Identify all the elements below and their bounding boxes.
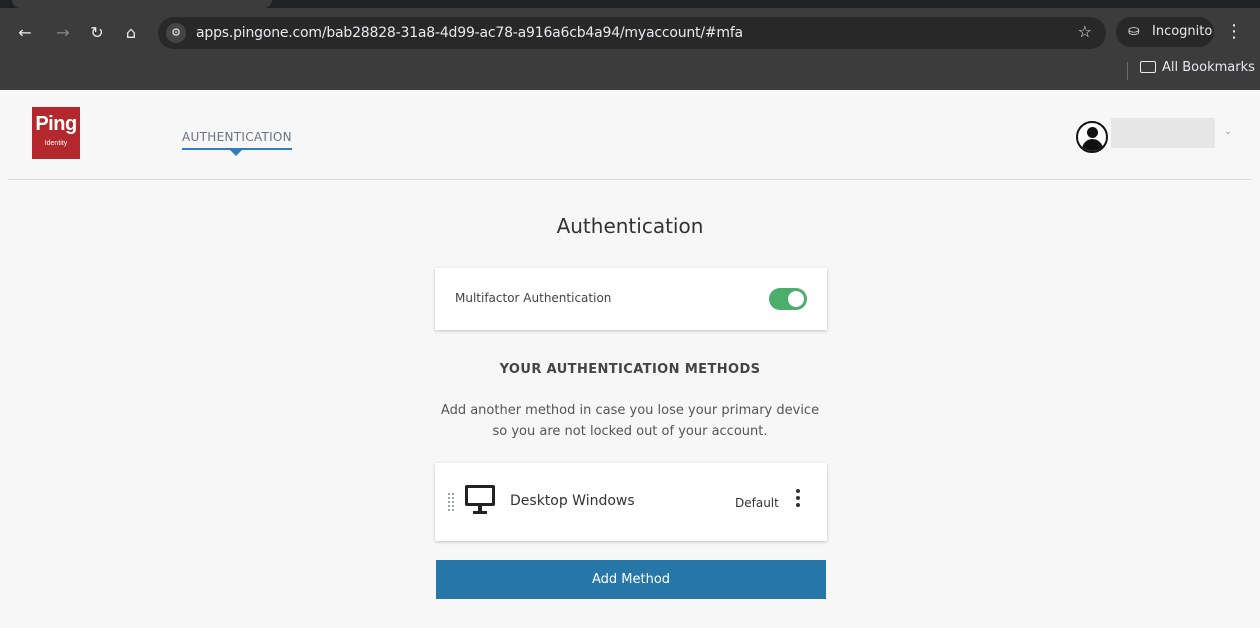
tab-strip <box>0 0 1260 8</box>
bookmark-star-icon[interactable]: ☆ <box>1078 22 1092 41</box>
logo-subtext: Identity <box>44 140 68 147</box>
drag-handle-icon[interactable] <box>448 493 456 511</box>
tab-authentication[interactable]: AUTHENTICATION <box>182 130 292 150</box>
chevron-down-icon[interactable]: ⌄ <box>1224 126 1232 137</box>
app-header: Ping Identity AUTHENTICATION ⌄ <box>8 90 1252 180</box>
incognito-label: Incognito <box>1152 24 1213 39</box>
reload-icon[interactable]: ↻ <box>86 22 108 44</box>
incognito-icon: ⛀ <box>1128 23 1140 39</box>
toggle-knob <box>788 291 804 307</box>
ping-identity-logo[interactable]: Ping Identity <box>32 107 80 159</box>
methods-heading: YOUR AUTHENTICATION METHODS <box>499 362 761 377</box>
helper-text: Add another method in case you lose your… <box>400 400 860 442</box>
user-name-redacted[interactable] <box>1111 118 1215 148</box>
method-default-badge: Default <box>735 496 779 510</box>
page-title: Authentication <box>556 214 704 238</box>
back-arrow-icon[interactable]: ← <box>14 22 36 44</box>
folder-icon <box>1140 60 1156 73</box>
mfa-label: Multifactor Authentication <box>455 291 612 305</box>
helper-line-2: so you are not locked out of your accoun… <box>492 424 768 439</box>
method-name: Desktop Windows <box>510 493 635 509</box>
page-content: Ping Identity AUTHENTICATION ⌄ Authentic… <box>0 90 1260 628</box>
browser-chrome: ← → ↻ ⌂ ⚙ apps.pingone.com/bab28828-31a8… <box>0 0 1260 90</box>
kebab-menu-icon[interactable]: ⋮ <box>1224 20 1244 44</box>
method-options-kebab-icon[interactable] <box>791 489 805 511</box>
address-bar[interactable]: ⚙ apps.pingone.com/bab28828-31a8-4d99-ac… <box>158 17 1106 49</box>
forward-arrow-icon[interactable]: → <box>52 22 74 44</box>
home-icon[interactable]: ⌂ <box>120 22 142 44</box>
active-tab-caret-icon <box>230 150 242 156</box>
incognito-badge[interactable]: ⛀ Incognito <box>1116 17 1214 47</box>
helper-line-1: Add another method in case you lose your… <box>440 403 820 418</box>
desktop-monitor-icon <box>463 485 499 515</box>
all-bookmarks-button[interactable]: All Bookmarks <box>1140 60 1255 82</box>
url-text[interactable]: apps.pingone.com/bab28828-31a8-4d99-ac78… <box>196 25 743 41</box>
add-method-button[interactable]: Add Method <box>436 560 826 599</box>
all-bookmarks-label: All Bookmarks <box>1162 60 1255 75</box>
bookmarks-bar: All Bookmarks <box>0 56 1260 90</box>
method-card[interactable]: Desktop Windows Default <box>435 463 827 541</box>
active-tab[interactable] <box>12 0 272 8</box>
mfa-card: Multifactor Authentication <box>435 268 827 330</box>
logo-text: Ping <box>35 113 77 135</box>
bookmarks-divider <box>1127 62 1128 80</box>
mfa-toggle[interactable] <box>769 288 807 310</box>
user-avatar-icon[interactable] <box>1076 121 1108 153</box>
site-info-icon[interactable]: ⚙ <box>166 23 186 43</box>
